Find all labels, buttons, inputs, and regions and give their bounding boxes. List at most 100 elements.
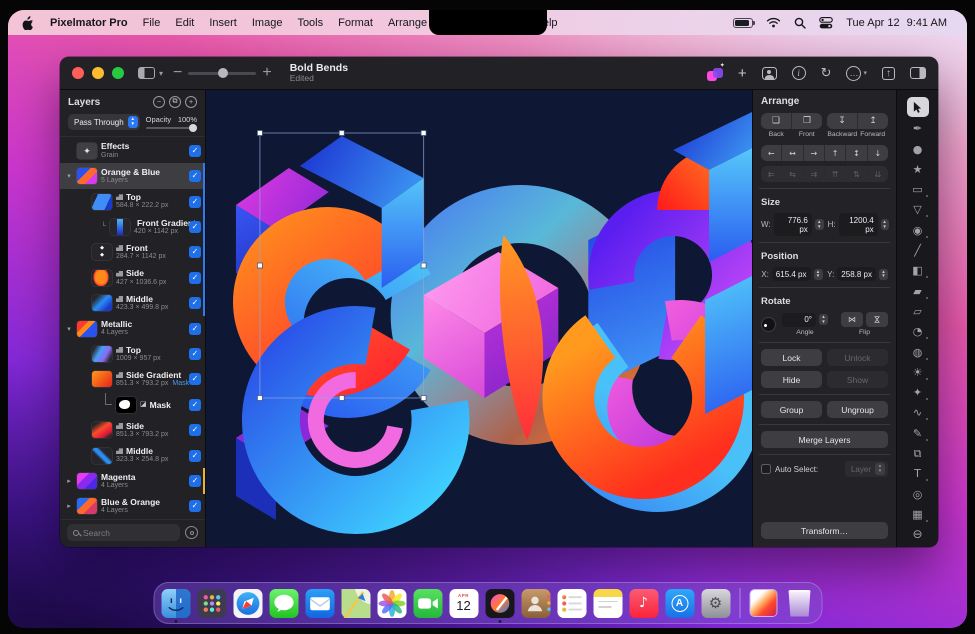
group-button[interactable]: Group: [761, 401, 822, 418]
disclosure-chevron-icon[interactable]: ▾: [65, 325, 73, 333]
patch-tool[interactable]: ▱: [907, 303, 929, 320]
shape-tool[interactable]: ★: [907, 161, 929, 178]
back-button[interactable]: ❏: [761, 113, 792, 129]
align-icon-1[interactable]: ↔: [782, 145, 803, 161]
layer-row-side-gradient[interactable]: Side Gradient851.3 × 793.2 pxMask ▾✓: [60, 367, 205, 392]
size-stepper[interactable]: ▲▼: [881, 219, 889, 230]
crop-tool[interactable]: ▦: [907, 506, 929, 523]
dock-icon-notes[interactable]: [593, 589, 622, 618]
line-tool[interactable]: ╱: [907, 242, 929, 259]
dock-icon-app-store[interactable]: A: [665, 589, 694, 618]
transform-button[interactable]: Transform…: [761, 522, 888, 539]
add-layer-button[interactable]: +: [185, 96, 197, 108]
dock-icon-messages[interactable]: [269, 589, 298, 618]
menubar-app-name[interactable]: Pixelmator Pro: [50, 17, 128, 29]
opacity-slider-knob[interactable]: [189, 124, 197, 132]
zoom-slider-track[interactable]: [188, 72, 256, 75]
arrange-tool[interactable]: [907, 97, 929, 117]
forward-button[interactable]: ↥: [858, 113, 888, 129]
soften-tool[interactable]: ◍: [907, 344, 929, 361]
menu-tools[interactable]: Tools: [297, 17, 323, 29]
layer-visibility-checkbox[interactable]: ✓: [189, 348, 201, 360]
merge-layers-button[interactable]: Merge Layers: [761, 431, 888, 448]
dock-icon-facetime[interactable]: [413, 589, 442, 618]
eraser-tool[interactable]: ▰: [907, 283, 929, 300]
disclosure-chevron-icon[interactable]: ▾: [65, 172, 73, 180]
dock-icon-photos[interactable]: [377, 589, 406, 618]
front-button[interactable]: ❐: [792, 113, 822, 129]
lock-button[interactable]: Lock: [761, 349, 822, 366]
blend-mode-select[interactable]: Pass Through ▲▼: [68, 114, 140, 130]
align-icon-2[interactable]: →: [804, 145, 825, 161]
close-button[interactable]: [72, 67, 84, 79]
clone-tool[interactable]: ◔: [907, 323, 929, 340]
dock-icon-contacts[interactable]: [521, 589, 550, 618]
disclosure-chevron-icon[interactable]: ▸: [65, 502, 73, 510]
layer-row-blue-orange[interactable]: ▸Blue & Orange4 Layers✓: [60, 494, 205, 519]
position-stepper[interactable]: ▲▼: [879, 269, 888, 280]
dock-icon-finder[interactable]: [161, 589, 190, 618]
position-y-field[interactable]: 258.8 px: [837, 267, 876, 281]
layer-visibility-checkbox[interactable]: ✓: [189, 424, 201, 436]
layer-row-side[interactable]: Side427 × 1036.6 px✓: [60, 265, 205, 290]
color-select-tool[interactable]: ◉: [907, 222, 929, 239]
wifi-icon[interactable]: [766, 17, 781, 28]
quick-select-tool[interactable]: ▽: [907, 201, 929, 218]
layer-visibility-checkbox[interactable]: ✓: [189, 170, 201, 182]
dock-icon-recent-file[interactable]: [749, 589, 778, 618]
auto-select-checkbox[interactable]: [761, 464, 771, 474]
sidebar-toggle-icon[interactable]: [138, 67, 155, 79]
menu-edit[interactable]: Edit: [175, 17, 194, 29]
photo-browser-icon[interactable]: [762, 67, 777, 80]
layer-visibility-checkbox[interactable]: ✓: [189, 323, 201, 335]
layer-row-effects[interactable]: EffectsGrain✓: [60, 138, 205, 163]
opacity-slider-track[interactable]: [146, 127, 197, 130]
search-input[interactable]: Search: [67, 524, 180, 541]
panel-toggle-icon[interactable]: [910, 67, 926, 79]
dock-icon-pixelmator-pro[interactable]: [485, 589, 514, 618]
menubar-clock[interactable]: Tue Apr 129:41 AM: [846, 17, 947, 29]
spotlight-search-icon[interactable]: [794, 17, 806, 29]
menu-arrange[interactable]: Arrange: [388, 17, 427, 29]
zoom-slider-knob[interactable]: [218, 68, 228, 78]
layer-row-mask[interactable]: ◪Mask✓: [60, 392, 205, 417]
layer-visibility-checkbox[interactable]: ✓: [189, 145, 201, 157]
align-icon-4[interactable]: ↕: [846, 145, 867, 161]
ungroup-button[interactable]: Ungroup: [827, 401, 888, 418]
angle-stepper[interactable]: ▲▼: [819, 314, 828, 325]
minimize-button[interactable]: [92, 67, 104, 79]
dock-icon-mail[interactable]: [305, 589, 334, 618]
layer-filter-button[interactable]: [185, 526, 198, 539]
layer-visibility-checkbox[interactable]: ✓: [189, 272, 201, 284]
zoom-in-button[interactable]: +: [262, 64, 271, 82]
layer-visibility-checkbox[interactable]: ✓: [189, 475, 201, 487]
rect-select-tool[interactable]: ▭: [907, 181, 929, 198]
position-stepper[interactable]: ▲▼: [814, 269, 823, 280]
layer-row-top[interactable]: Top584.8 × 222.2 px✓: [60, 189, 205, 214]
apple-menu-icon[interactable]: [22, 16, 35, 30]
warp-tool[interactable]: ∿: [907, 404, 929, 421]
disclosure-chevron-icon[interactable]: ▸: [65, 477, 73, 485]
hide-button[interactable]: Hide: [761, 371, 822, 388]
remove-layer-button[interactable]: −: [153, 96, 165, 108]
layer-row-middle[interactable]: Middle323.3 × 254.8 px✓: [60, 443, 205, 468]
copies-tool[interactable]: ⧉: [907, 445, 929, 462]
position-x-field[interactable]: 615.4 px: [772, 267, 811, 281]
backward-button[interactable]: ↧: [827, 113, 858, 129]
menu-file[interactable]: File: [143, 17, 161, 29]
menu-image[interactable]: Image: [252, 17, 283, 29]
layer-row-front-gradient[interactable]: └Front Gradient420 × 1142 px✓: [60, 214, 205, 239]
adjust-tool[interactable]: ☀: [907, 364, 929, 381]
layer-visibility-checkbox[interactable]: ✓: [189, 399, 201, 411]
bucket-tool[interactable]: ◧: [907, 262, 929, 279]
style-tool[interactable]: ✒: [907, 120, 929, 137]
crop-rotate-icon[interactable]: ↻: [821, 65, 832, 81]
flip-horizontal-button[interactable]: ⋈: [841, 312, 863, 327]
layer-row-orange-blue[interactable]: ▾Orange & Blue5 Layers✓: [60, 163, 205, 188]
pen-tool[interactable]: ✎: [907, 425, 929, 442]
menu-format[interactable]: Format: [338, 17, 373, 29]
dock-icon-trash[interactable]: [785, 589, 814, 618]
layer-visibility-checkbox[interactable]: ✓: [189, 196, 201, 208]
shapes-gallery-icon[interactable]: [707, 66, 723, 81]
layer-row-side[interactable]: Side851.3 × 793.2 px✓: [60, 417, 205, 442]
